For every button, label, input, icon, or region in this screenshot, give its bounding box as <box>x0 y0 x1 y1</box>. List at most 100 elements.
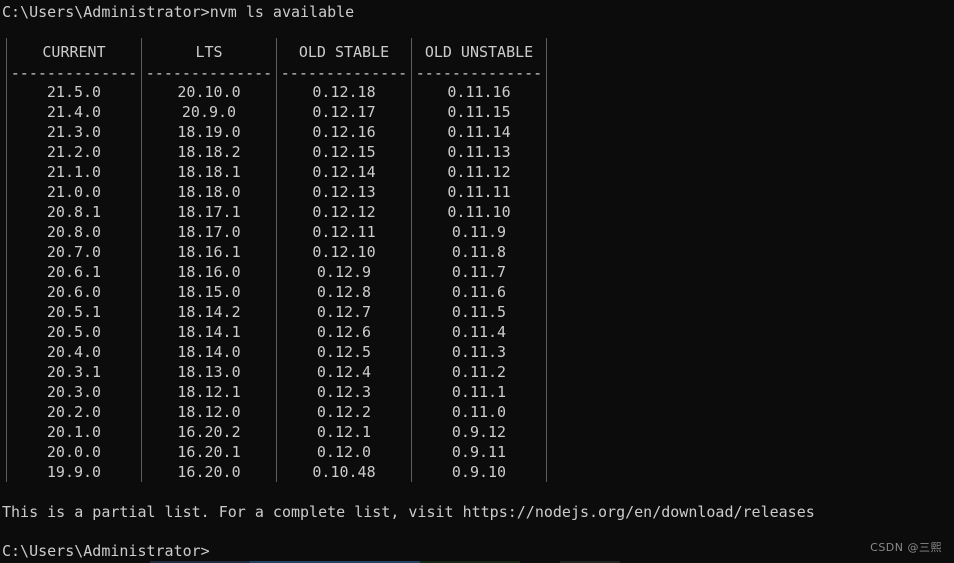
version-cell-current: 20.3.0 <box>6 382 142 402</box>
table-row: 21.5.0 20.10.0 0.12.18 0.11.16 <box>6 82 547 102</box>
table-header-row: CURRENT LTS OLD STABLE OLD UNSTABLE <box>6 38 547 64</box>
column-header-old-unstable: OLD UNSTABLE <box>411 38 547 64</box>
version-cell-lts: 16.20.2 <box>141 422 277 442</box>
version-cell-current: 20.5.0 <box>6 322 142 342</box>
terminal-window[interactable]: C:\Users\Administrator>nvm ls available … <box>0 0 954 563</box>
version-cell-old-stable: 0.12.8 <box>276 282 412 302</box>
version-cell-old-unstable: 0.11.15 <box>411 102 547 122</box>
csdn-watermark: CSDN @三熙 <box>870 541 942 554</box>
version-cell-lts: 18.19.0 <box>141 122 277 142</box>
command-prompt-input-line[interactable]: C:\Users\Administrator> <box>0 541 210 561</box>
version-cell-old-stable: 0.12.11 <box>276 222 412 242</box>
table-row: 20.1.0 16.20.2 0.12.1 0.9.12 <box>6 422 547 442</box>
version-cell-current: 20.3.1 <box>6 362 142 382</box>
version-cell-lts: 20.9.0 <box>141 102 277 122</box>
version-cell-lts: 18.16.0 <box>141 262 277 282</box>
version-cell-old-unstable: 0.11.3 <box>411 342 547 362</box>
table-row: 20.6.0 18.15.0 0.12.8 0.11.6 <box>6 282 547 302</box>
table-separator-row: -------------- -------------- ----------… <box>6 64 547 82</box>
table-row: 20.3.0 18.12.1 0.12.3 0.11.1 <box>6 382 547 402</box>
version-cell-current: 21.2.0 <box>6 142 142 162</box>
table-row: 21.3.0 18.19.0 0.12.16 0.11.14 <box>6 122 547 142</box>
table-row: 20.6.1 18.16.0 0.12.9 0.11.7 <box>6 262 547 282</box>
table-row: 20.4.0 18.14.0 0.12.5 0.11.3 <box>6 342 547 362</box>
column-header-current: CURRENT <box>6 38 142 64</box>
version-cell-old-unstable: 0.11.10 <box>411 202 547 222</box>
version-cell-old-unstable: 0.11.8 <box>411 242 547 262</box>
version-cell-lts: 18.18.0 <box>141 182 277 202</box>
version-cell-lts: 18.16.1 <box>141 242 277 262</box>
version-cell-old-stable: 0.12.18 <box>276 82 412 102</box>
version-cell-old-unstable: 0.9.11 <box>411 442 547 462</box>
table-row: 20.8.0 18.17.0 0.12.11 0.11.9 <box>6 222 547 242</box>
version-cell-old-stable: 0.12.13 <box>276 182 412 202</box>
version-cell-lts: 18.14.0 <box>141 342 277 362</box>
version-cell-current: 21.0.0 <box>6 182 142 202</box>
column-header-old-stable: OLD STABLE <box>276 38 412 64</box>
version-cell-current: 21.1.0 <box>6 162 142 182</box>
version-cell-old-unstable: 0.11.1 <box>411 382 547 402</box>
version-cell-old-stable: 0.12.16 <box>276 122 412 142</box>
table-row: 20.7.0 18.16.1 0.12.10 0.11.8 <box>6 242 547 262</box>
version-cell-old-stable: 0.12.3 <box>276 382 412 402</box>
partial-list-note: This is a partial list. For a complete l… <box>2 503 815 521</box>
version-cell-old-unstable: 0.11.2 <box>411 362 547 382</box>
table-body: 21.5.0 20.10.0 0.12.18 0.11.16 21.4.0 20.9.0 0… <box>6 82 547 482</box>
version-cell-old-stable: 0.12.6 <box>276 322 412 342</box>
version-cell-lts: 18.15.0 <box>141 282 277 302</box>
version-cell-current: 21.5.0 <box>6 82 142 102</box>
version-cell-old-unstable: 0.11.4 <box>411 322 547 342</box>
version-cell-old-unstable: 0.9.12 <box>411 422 547 442</box>
version-cell-old-unstable: 0.11.14 <box>411 122 547 142</box>
version-cell-old-stable: 0.12.4 <box>276 362 412 382</box>
version-cell-current: 20.0.0 <box>6 442 142 462</box>
version-cell-lts: 18.18.1 <box>141 162 277 182</box>
version-cell-current: 21.3.0 <box>6 122 142 142</box>
version-cell-lts: 18.14.1 <box>141 322 277 342</box>
version-cell-current: 20.5.1 <box>6 302 142 322</box>
version-cell-old-unstable: 0.9.10 <box>411 462 547 482</box>
version-cell-lts: 18.12.1 <box>141 382 277 402</box>
table-row: 19.9.0 16.20.0 0.10.48 0.9.10 <box>6 462 547 482</box>
table-row: 21.1.0 18.18.1 0.12.14 0.11.12 <box>6 162 547 182</box>
table-head: CURRENT LTS OLD STABLE OLD UNSTABLE ----… <box>6 38 547 82</box>
version-cell-old-stable: 0.12.14 <box>276 162 412 182</box>
version-cell-lts: 18.17.0 <box>141 222 277 242</box>
table-row: 20.5.1 18.14.2 0.12.7 0.11.5 <box>6 302 547 322</box>
version-cell-lts: 16.20.0 <box>141 462 277 482</box>
separator-current: -------------- <box>6 64 142 82</box>
separator-old-unstable: -------------- <box>411 64 547 82</box>
separator-lts: -------------- <box>141 64 277 82</box>
version-cell-old-stable: 0.12.7 <box>276 302 412 322</box>
version-cell-old-unstable: 0.11.16 <box>411 82 547 102</box>
separator-old-stable: -------------- <box>276 64 412 82</box>
version-cell-old-stable: 0.12.2 <box>276 402 412 422</box>
version-cell-old-unstable: 0.11.7 <box>411 262 547 282</box>
table-row: 20.8.1 18.17.1 0.12.12 0.11.10 <box>6 202 547 222</box>
version-cell-old-stable: 0.12.12 <box>276 202 412 222</box>
versions-table-container: CURRENT LTS OLD STABLE OLD UNSTABLE ----… <box>0 38 547 482</box>
version-cell-old-stable: 0.12.0 <box>276 442 412 462</box>
command-prompt-line: C:\Users\Administrator>nvm ls available <box>2 3 355 21</box>
table-row: 20.3.1 18.13.0 0.12.4 0.11.2 <box>6 362 547 382</box>
version-cell-current: 20.8.0 <box>6 222 142 242</box>
version-cell-lts: 18.14.2 <box>141 302 277 322</box>
version-cell-current: 20.2.0 <box>6 402 142 422</box>
version-cell-current: 19.9.0 <box>6 462 142 482</box>
version-cell-old-stable: 0.12.9 <box>276 262 412 282</box>
version-cell-current: 20.6.1 <box>6 262 142 282</box>
version-cell-old-stable: 0.12.1 <box>276 422 412 442</box>
version-cell-current: 21.4.0 <box>6 102 142 122</box>
version-cell-old-stable: 0.12.5 <box>276 342 412 362</box>
version-cell-old-unstable: 0.11.9 <box>411 222 547 242</box>
table-row: 21.4.0 20.9.0 0.12.17 0.11.15 <box>6 102 547 122</box>
version-cell-old-unstable: 0.11.12 <box>411 162 547 182</box>
table-row: 20.0.0 16.20.1 0.12.0 0.9.11 <box>6 442 547 462</box>
version-cell-current: 20.6.0 <box>6 282 142 302</box>
table-row: 21.2.0 18.18.2 0.12.15 0.11.13 <box>6 142 547 162</box>
table-row: 20.5.0 18.14.1 0.12.6 0.11.4 <box>6 322 547 342</box>
version-cell-lts: 18.17.1 <box>141 202 277 222</box>
version-cell-old-unstable: 0.11.5 <box>411 302 547 322</box>
version-cell-lts: 18.12.0 <box>141 402 277 422</box>
version-cell-old-unstable: 0.11.11 <box>411 182 547 202</box>
